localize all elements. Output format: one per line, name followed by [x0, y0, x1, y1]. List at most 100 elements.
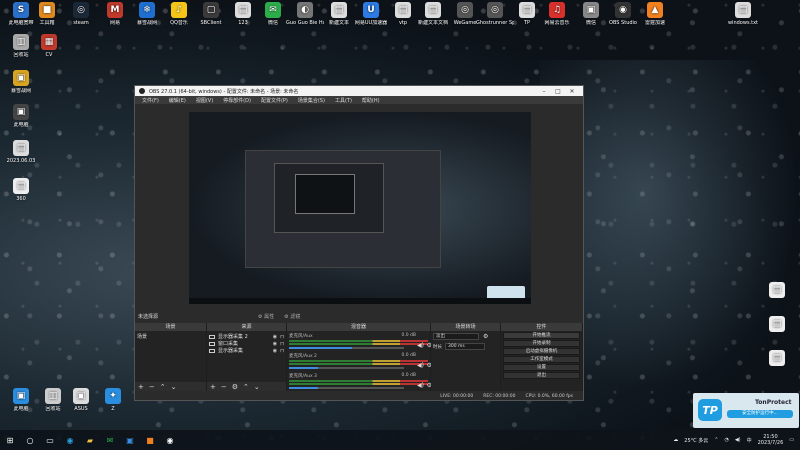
- app-icon: ▲: [647, 2, 663, 18]
- menu-profile[interactable]: 配置文件(P): [261, 97, 288, 104]
- mixer-channel: 麦克风/Aux 2 0.0 dB ◀) ⚙: [289, 353, 432, 369]
- visibility-icon[interactable]: ◉: [273, 348, 277, 354]
- volume-slider[interactable]: [289, 367, 404, 369]
- ime-indicator[interactable]: 中: [747, 437, 752, 444]
- obs-icon[interactable]: ◉: [161, 431, 179, 449]
- speaker-icon[interactable]: ◀): [417, 342, 424, 349]
- move-down-icon[interactable]: ⌄: [254, 383, 260, 391]
- desktop-icon[interactable]: ◐ Guo Guo Bie Huang: [286, 2, 324, 26]
- desktop-icon[interactable]: ▤ 2023.06.03: [2, 140, 40, 164]
- notification-center-icon[interactable]: ▭: [789, 437, 794, 443]
- scene-item[interactable]: 场景: [137, 333, 204, 340]
- visibility-icon[interactable]: ◉: [273, 341, 277, 347]
- menu-help[interactable]: 帮助(H): [362, 97, 380, 104]
- volume-slider[interactable]: [289, 387, 404, 389]
- volume-icon[interactable]: ◀): [735, 437, 741, 443]
- menu-tools[interactable]: 工具(T): [335, 97, 352, 104]
- visibility-icon[interactable]: ◉: [273, 334, 277, 340]
- tp-notification[interactable]: TP TonProtect 安全防护运行中...: [693, 393, 799, 428]
- add-source-icon[interactable]: +: [210, 383, 216, 391]
- source-item[interactable]: 显示器采集 ◉ ⊓: [209, 347, 284, 354]
- menu-scene-collection[interactable]: 场景集合(S): [298, 97, 325, 104]
- speaker-icon[interactable]: ◀): [417, 382, 424, 389]
- properties-button[interactable]: ⚙ 属性: [258, 313, 274, 320]
- desktop-icon[interactable]: ▤: [758, 282, 796, 300]
- remove-source-icon[interactable]: −: [221, 383, 227, 391]
- wechat-icon[interactable]: ✉: [101, 431, 119, 449]
- source-settings-icon[interactable]: ⚙: [232, 383, 238, 391]
- menu-view[interactable]: 视图(V): [196, 97, 213, 104]
- tray-overflow-icon[interactable]: ⌃: [714, 437, 718, 443]
- obs-window[interactable]: OBS 27.0.1 (64-bit, windows) - 配置文件: 未命名…: [134, 85, 584, 401]
- studio-mode-button[interactable]: 工作室模式: [503, 356, 580, 363]
- lock-icon[interactable]: ⊓: [280, 334, 284, 340]
- lock-icon[interactable]: ⊓: [280, 341, 284, 347]
- desktop-icon[interactable]: ■ 工具箱: [28, 2, 66, 26]
- app-icon: ■: [39, 2, 55, 18]
- desktop-icon[interactable]: ▤ windows.txt: [724, 2, 762, 26]
- explorer-icon[interactable]: ▰: [81, 431, 99, 449]
- obs-docks: 场景 场景 + − ⌃ ⌄ 来源 显示器采集 2 ◉ ⊓ 窗口采集 ◉ ⊓ 显示…: [135, 323, 583, 391]
- desktop-icon[interactable]: ▤ 360: [2, 178, 40, 202]
- source-item[interactable]: 窗口采集 ◉ ⊓: [209, 340, 284, 347]
- menu-file[interactable]: 文件(F): [142, 97, 159, 104]
- source-item[interactable]: 显示器采集 2 ◉ ⊓: [209, 333, 284, 340]
- weather-text[interactable]: 25°C 多云: [684, 437, 708, 444]
- desktop-icon[interactable]: ▦ CV: [30, 34, 68, 58]
- app-icon: ✉: [265, 2, 281, 18]
- properties-label: 属性: [264, 313, 275, 320]
- channel-level: 0.0 dB: [401, 373, 416, 378]
- exit-button[interactable]: 退出: [503, 372, 580, 379]
- move-down-icon[interactable]: ⌄: [171, 383, 177, 391]
- desktop-icon[interactable]: ▲ 雷霆加速: [636, 2, 674, 26]
- desktop-icon[interactable]: ▤: [758, 350, 796, 368]
- remove-scene-icon[interactable]: −: [149, 383, 155, 391]
- start-streaming-button[interactable]: 开始推流: [503, 332, 580, 339]
- start-virtual-camera-button[interactable]: 启动虚拟摄像机: [503, 348, 580, 355]
- search-icon[interactable]: ○: [21, 431, 39, 449]
- obs-preview[interactable]: [189, 112, 531, 304]
- network-icon[interactable]: ◔: [724, 437, 728, 443]
- desktop-icon[interactable]: ✦ Z: [94, 388, 132, 412]
- app-icon: ▤: [425, 2, 441, 18]
- desktop-icon[interactable]: ▣ 此电脑: [2, 104, 40, 128]
- app-icon[interactable]: ▣: [121, 431, 139, 449]
- weather-icon[interactable]: ☁: [673, 437, 678, 443]
- maximize-icon[interactable]: □: [551, 88, 565, 95]
- store-icon[interactable]: ■: [141, 431, 159, 449]
- volume-slider-fill: [289, 347, 353, 349]
- start-icon[interactable]: ⊞: [1, 431, 19, 449]
- transition-duration-input[interactable]: 300 ms: [445, 343, 485, 350]
- desktop-icon[interactable]: ▣ 暴雪战网: [2, 70, 40, 94]
- app-icon: ▦: [41, 34, 57, 50]
- obs-titlebar[interactable]: OBS 27.0.1 (64-bit, windows) - 配置文件: 未命名…: [135, 86, 583, 96]
- add-scene-icon[interactable]: +: [138, 383, 144, 391]
- live-timer: LIVE: 00:00:00: [440, 393, 474, 399]
- app-icon: ▤: [13, 140, 29, 156]
- app-icon: ▢: [203, 2, 219, 18]
- menu-docks[interactable]: 停靠部件(D): [223, 97, 251, 104]
- browser-icon[interactable]: ◉: [61, 431, 79, 449]
- cpu-fps: CPU: 0.0%, 60.00 fps: [525, 393, 574, 399]
- move-up-icon[interactable]: ⌃: [243, 383, 249, 391]
- menu-edit[interactable]: 编辑(E): [169, 97, 186, 104]
- desktop-icon[interactable]: ♫ 网易云音乐: [538, 2, 576, 26]
- desktop-icon-label: 雷霆加速: [644, 20, 665, 26]
- close-icon[interactable]: ✕: [565, 88, 579, 95]
- transition-settings-icon[interactable]: ⚙: [483, 333, 488, 340]
- filters-button[interactable]: ⚙ 滤镜: [284, 313, 300, 320]
- window-icon: [209, 341, 215, 346]
- desktop-icon[interactable]: ◎ steam: [62, 2, 100, 26]
- desktop-icon[interactable]: ▤: [758, 316, 796, 334]
- speaker-icon[interactable]: ◀): [417, 362, 424, 369]
- volume-slider[interactable]: [289, 347, 404, 349]
- transition-type-select[interactable]: 淡出: [433, 333, 479, 340]
- source-item-label: 显示器采集: [218, 348, 244, 354]
- minimize-icon[interactable]: –: [537, 88, 551, 95]
- clock[interactable]: 21:50 2023/7/26: [758, 434, 784, 446]
- lock-icon[interactable]: ⊓: [280, 348, 284, 354]
- task-view-icon[interactable]: ▭: [41, 431, 59, 449]
- settings-button[interactable]: 设置: [503, 364, 580, 371]
- start-recording-button[interactable]: 开始录制: [503, 340, 580, 347]
- move-up-icon[interactable]: ⌃: [160, 383, 166, 391]
